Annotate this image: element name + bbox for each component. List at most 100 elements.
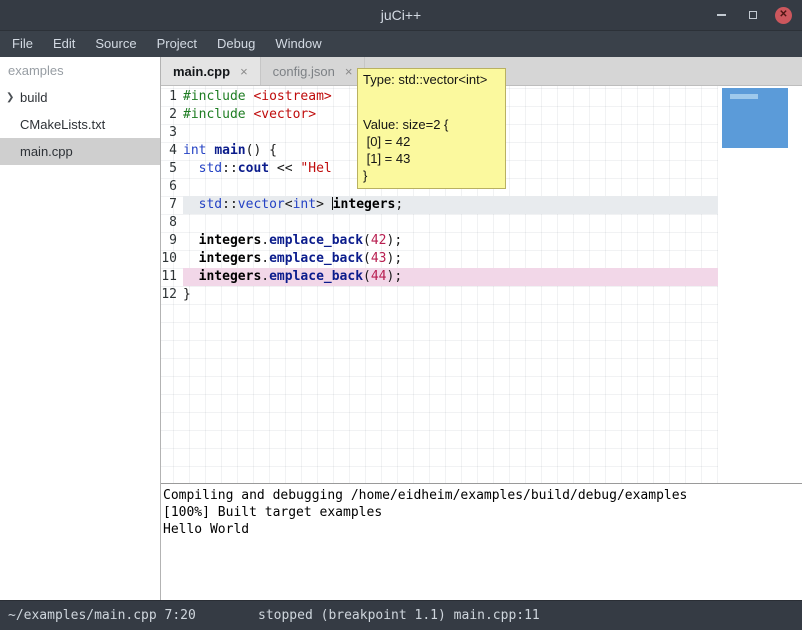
menu-item-source[interactable]: Source [85,31,146,57]
tree-item-label: build [20,90,47,105]
line-number[interactable]: 8 [161,214,183,232]
tooltip-type-line: Type: std::vector<int> [363,71,500,88]
code-segment: <iostream> [253,89,331,104]
status-file-position: ~/examples/main.cpp 7:20 [8,601,196,630]
code-text: } [183,286,718,304]
code-segment: vector [238,197,285,212]
editor-line-8[interactable]: 8 [161,214,718,232]
code-segment: emplace_back [269,233,363,248]
line-number[interactable]: 3 [161,124,183,142]
close-button[interactable]: ✕ [775,7,792,24]
output-lines: Compiling and debugging /home/eidheim/ex… [163,487,802,538]
code-segment [183,269,199,284]
tab-main-cpp[interactable]: main.cpp × [161,57,261,85]
tree-item-label: CMakeLists.txt [20,117,105,132]
status-bar: ~/examples/main.cpp 7:20 stopped (breakp… [0,600,802,630]
code-segment: integers [199,233,262,248]
editor-line-11[interactable]: 11 integers.emplace_back(44); [161,268,718,286]
code-segment: cout [238,161,269,176]
file-tree: ❯build CMakeLists.txt main.cpp [0,84,160,165]
code-text: integers.emplace_back(42); [183,232,718,250]
scroll-overview-widget[interactable] [722,88,788,148]
tooltip-value-line: [1] = 43 [363,150,500,167]
code-segment: emplace_back [269,269,363,284]
line-number[interactable]: 1 [161,88,183,106]
code-segment: ; [395,197,403,212]
tab-close-icon[interactable]: × [240,65,248,78]
code-segment: 42 [371,233,387,248]
line-number[interactable]: 7 [161,196,183,214]
editor-line-12[interactable]: 12} [161,286,718,304]
tab-close-icon[interactable]: × [345,65,353,78]
code-segment: integers [199,251,262,266]
editor-line-7[interactable]: 7 std::vector<int> integers; [161,196,718,214]
code-segment: #include [183,107,246,122]
line-number[interactable]: 2 [161,106,183,124]
menu-item-file[interactable]: File [2,31,43,57]
scroll-overview-highlight [730,94,758,99]
code-segment: <vector> [253,107,316,122]
minimize-button[interactable] [713,7,730,24]
output-line: Hello World [163,521,802,538]
code-segment: ); [387,269,403,284]
tab-label: config.json [273,64,335,79]
tooltip-value-line: Value: size=2 { [363,116,500,133]
code-segment: int [183,143,206,158]
code-segment: #include [183,89,246,104]
output-pane[interactable]: Compiling and debugging /home/eidheim/ex… [161,484,802,600]
code-segment [183,161,199,176]
menu-item-debug[interactable]: Debug [207,31,265,57]
status-debug-state: stopped (breakpoint 1.1) main.cpp:11 [258,601,540,630]
maximize-button[interactable] [744,7,761,24]
menu-item-project[interactable]: Project [147,31,207,57]
code-segment: ( [363,233,371,248]
code-text: integers.emplace_back(43); [183,250,718,268]
code-segment: emplace_back [269,251,363,266]
line-number[interactable]: 10 [161,250,183,268]
line-number[interactable]: 12 [161,286,183,304]
code-segment: . [261,251,269,266]
tab-label: main.cpp [173,64,230,79]
code-segment: ( [363,269,371,284]
tree-item-build[interactable]: ❯build [0,84,160,111]
code-segment: main [214,143,245,158]
maximize-icon [749,11,757,19]
debug-value-tooltip: Type: std::vector<int> Value: size=2 { [… [357,68,506,189]
tooltip-value-line: } [363,167,500,184]
line-number[interactable]: 4 [161,142,183,160]
tooltip-value-line: [0] = 42 [363,133,500,150]
line-number[interactable]: 5 [161,160,183,178]
code-text [183,214,718,232]
line-number[interactable]: 9 [161,232,183,250]
line-number[interactable]: 11 [161,268,183,286]
menu-item-window[interactable]: Window [265,31,331,57]
code-segment: :: [222,161,238,176]
code-segment: :: [222,197,238,212]
juci-window: juCi++ ✕ FileEditSourceProjectDebugWindo… [0,0,802,630]
code-segment [183,197,199,212]
code-segment: > [316,197,332,212]
title-bar[interactable]: juCi++ ✕ [0,0,802,30]
code-segment: << [269,161,300,176]
tab-config-json[interactable]: config.json × [261,57,366,85]
code-segment: < [285,197,293,212]
code-segment: () { [246,143,277,158]
code-segment: . [261,269,269,284]
code-segment: ( [363,251,371,266]
chevron-right-icon[interactable]: ❯ [6,92,20,103]
menu-item-edit[interactable]: Edit [43,31,85,57]
output-line: Compiling and debugging /home/eidheim/ex… [163,487,802,504]
tree-item-main-cpp[interactable]: main.cpp [0,138,160,165]
code-segment: std [199,197,222,212]
code-segment [183,233,199,248]
project-folder-label: examples [0,57,160,84]
line-number[interactable]: 6 [161,178,183,196]
editor-line-10[interactable]: 10 integers.emplace_back(43); [161,250,718,268]
tree-item-cmakelists-txt[interactable]: CMakeLists.txt [0,111,160,138]
menu-bar: FileEditSourceProjectDebugWindow [0,30,802,57]
code-segment: 43 [371,251,387,266]
code-segment: "Hel [300,161,331,176]
editor-line-9[interactable]: 9 integers.emplace_back(42); [161,232,718,250]
tooltip-value-block: Value: size=2 { [0] = 42 [1] = 43} [363,116,500,184]
code-segment: int [293,197,316,212]
